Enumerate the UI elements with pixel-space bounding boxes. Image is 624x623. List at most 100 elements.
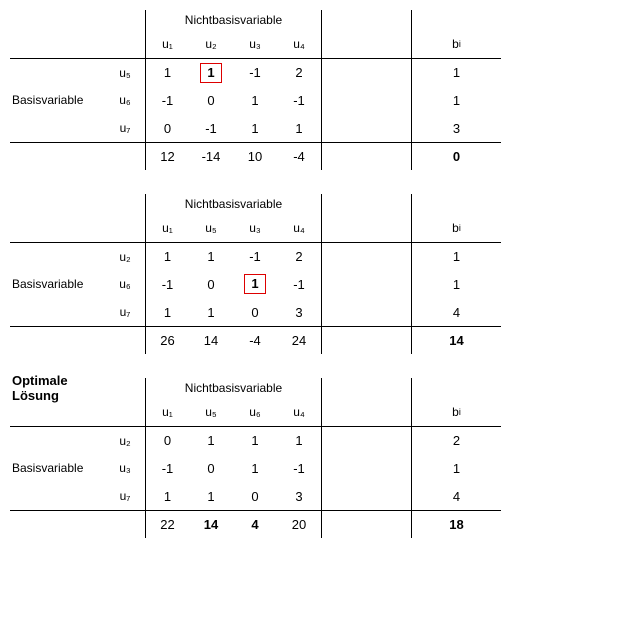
nonbasic-header: Nichtbasisvariable [145,10,321,30]
pivot-element: 1 [200,63,221,83]
blank [105,30,145,58]
matrix-cell: 0 [189,270,233,298]
matrix-cell: 1 [189,482,233,510]
matrix-cell: 0 [189,86,233,114]
matrix-cell: 1 [233,454,277,482]
matrix-cell: 2 [277,58,321,86]
gap [321,482,411,510]
gap [321,454,411,482]
matrix-cell: -1 [277,270,321,298]
matrix-cell: 1 [145,482,189,510]
b-cell: 4 [411,298,501,326]
matrix-cell: -1 [233,58,277,86]
gap [321,398,411,426]
blank [10,398,105,426]
nbv-col-label: u₅ [189,398,233,426]
z-cell: 14 [189,510,233,538]
gap [321,86,411,114]
matrix-cell: -1 [145,270,189,298]
basis-label-cell [10,114,105,142]
nbv-col-label: u₁ [145,30,189,58]
z-value: 18 [411,510,501,538]
blank [105,398,145,426]
blank [411,378,501,398]
z-cell: 22 [145,510,189,538]
gap [321,510,411,538]
z-cell: 20 [277,510,321,538]
blank [10,510,105,538]
matrix-cell: 1 [145,298,189,326]
gap [321,270,411,298]
basis-label-cell: Basisvariable [10,270,105,298]
matrix-cell: 0 [145,426,189,454]
nonbasic-header: Nichtbasisvariable [145,378,321,398]
basis-var-label: u₆ [105,86,145,114]
nbv-col-label: u₂ [189,30,233,58]
b-cell: 1 [411,454,501,482]
b-cell: 4 [411,482,501,510]
blank [411,10,501,30]
basis-label-cell [10,482,105,510]
basis-var-label: u₂ [105,242,145,270]
pivot-element: 1 [244,274,265,294]
z-cell: 10 [233,142,277,170]
blank [10,194,105,214]
blank [10,30,105,58]
matrix-cell: 1 [145,242,189,270]
nbv-col-label: u₁ [145,214,189,242]
gap [321,426,411,454]
matrix-cell: 0 [233,298,277,326]
matrix-cell: -1 [277,454,321,482]
nbv-col-label: u₄ [277,214,321,242]
basis-label-cell [10,58,105,86]
gap [321,326,411,354]
basis-var-label: u₇ [105,114,145,142]
matrix-cell: 1 [233,270,277,298]
b-cell: 1 [411,270,501,298]
basis-var-label: u₅ [105,58,145,86]
basis-label-cell: Basisvariable [10,454,105,482]
matrix-cell: 1 [233,114,277,142]
matrix-cell: 1 [233,426,277,454]
gap [321,10,411,30]
matrix-cell: -1 [145,454,189,482]
nbv-col-label: u₅ [189,214,233,242]
gap [321,58,411,86]
z-value: 14 [411,326,501,354]
nbv-col-label: u₄ [277,30,321,58]
nbv-col-label: u₃ [233,30,277,58]
simplex-tableau: Optimale LösungNichtbasisvariableu₁u₅u₆u… [10,378,614,538]
matrix-cell: -1 [189,114,233,142]
matrix-cell: -1 [145,86,189,114]
matrix-cell: 3 [277,482,321,510]
blank [105,142,145,170]
b-col-label: bi [411,214,501,242]
z-cell: -4 [277,142,321,170]
b-cell: 3 [411,114,501,142]
basis-var-label: u₇ [105,298,145,326]
blank [10,142,105,170]
gap [321,298,411,326]
z-value: 0 [411,142,501,170]
b-cell: 1 [411,86,501,114]
blank [411,194,501,214]
matrix-cell: 3 [277,298,321,326]
gap [321,194,411,214]
z-cell: 14 [189,326,233,354]
blank [105,510,145,538]
blank [105,326,145,354]
basis-header: Basisvariable [12,277,83,291]
matrix-cell: 1 [277,114,321,142]
gap [321,378,411,398]
nbv-col-label: u₄ [277,398,321,426]
z-cell: 26 [145,326,189,354]
blank [105,214,145,242]
matrix-cell: 1 [189,242,233,270]
b-cell: 1 [411,58,501,86]
z-cell: 24 [277,326,321,354]
matrix-cell: 1 [277,426,321,454]
basis-var-label: u₆ [105,270,145,298]
z-cell: 4 [233,510,277,538]
matrix-cell: 1 [189,426,233,454]
basis-label-cell [10,298,105,326]
